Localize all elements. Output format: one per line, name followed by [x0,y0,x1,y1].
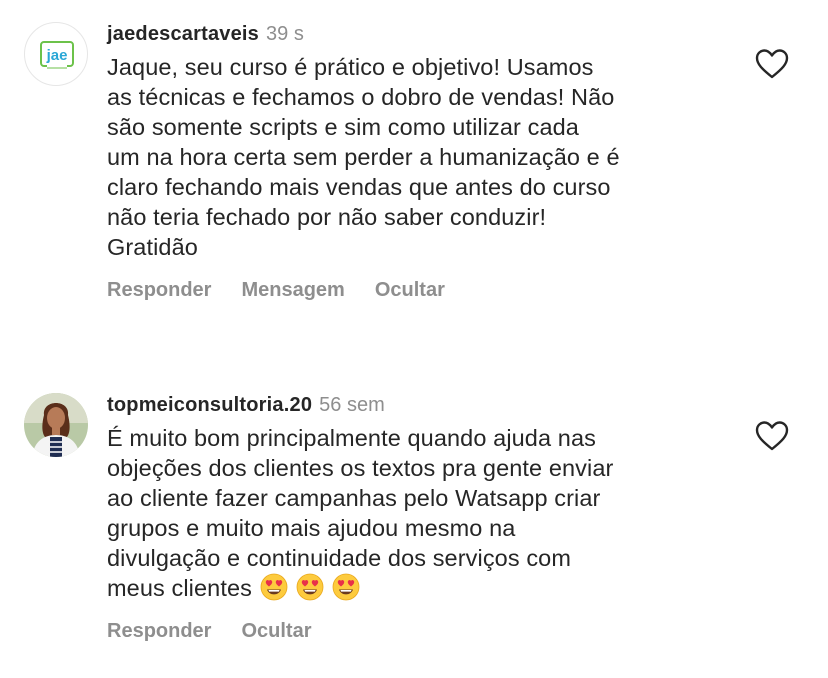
hide-button[interactable]: Ocultar [241,620,311,642]
comment-body: topmeiconsultoria.20 56 sem É muito bom p… [107,393,737,643]
heart-eyes-emoji [260,573,288,601]
like-button[interactable] [754,420,790,452]
heart-eyes-emoji [332,573,360,601]
heart-outline-icon [755,49,789,79]
profile-photo [24,393,88,457]
reply-button[interactable]: Responder [107,279,211,301]
heart-eyes-emoji [296,573,324,601]
avatar[interactable] [24,393,88,457]
emoji-group [252,573,360,601]
comment-meta: jaedescartaveis 39 s [107,22,737,46]
jae-logo: jae [40,41,74,69]
comment-text: Jaque, seu curso é prático e objetivo! U… [107,54,620,260]
comment-item: topmeiconsultoria.20 56 sem É muito bom p… [0,330,828,678]
comment-actions: Responder Ocultar [107,619,737,643]
comment-body: jaedescartaveis 39 s Jaque, seu curso é p… [107,22,737,302]
like-button[interactable] [754,48,790,80]
comment-meta: topmeiconsultoria.20 56 sem [107,393,737,417]
message-button[interactable]: Mensagem [241,279,344,301]
reply-button[interactable]: Responder [107,620,211,642]
comment-username[interactable]: topmeiconsultoria.20 [107,394,312,416]
hide-button[interactable]: Ocultar [375,279,445,301]
comment-text-content: É muito bom principalmente quando ajuda … [107,425,614,601]
avatar[interactable]: jae [24,22,88,86]
heart-outline-icon [755,421,789,451]
comment-text: É muito bom principalmente quando ajuda … [107,423,737,603]
comment-item: jae jaedescartaveis 39 s Jaque, seu curso… [0,0,828,330]
comment-time: 39 s [266,23,304,45]
avatar-logo-text: jae [46,47,68,64]
comment-username[interactable]: jaedescartaveis [107,23,259,45]
comment-time: 56 sem [319,394,385,416]
comment-actions: Responder Mensagem Ocultar [107,278,737,302]
